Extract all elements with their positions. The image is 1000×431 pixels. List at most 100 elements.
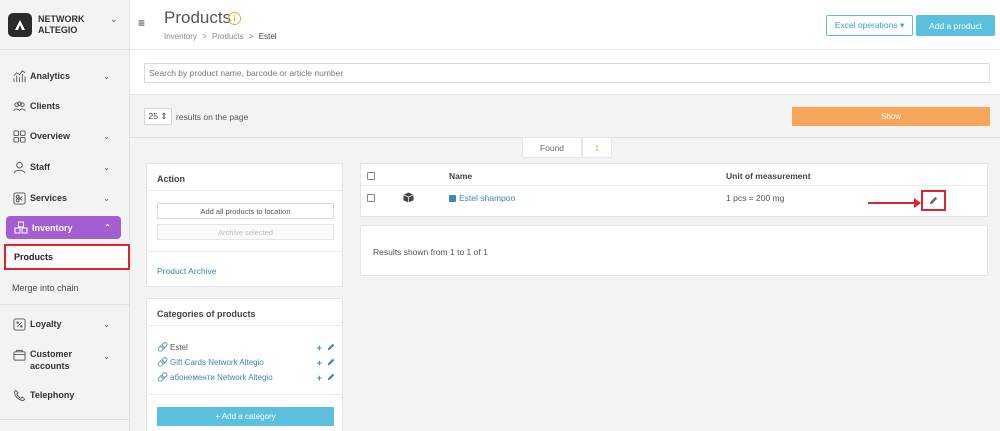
breadcrumb-estel: Estel [258,32,277,41]
edit-category-icon[interactable] [327,373,335,383]
results-per-page-label: results on the page [176,112,249,122]
inventory-icon [14,221,28,235]
sidebar-item-label: Staff [30,162,50,172]
sidebar-subitem-merge-into-chain[interactable]: Merge into chain [12,283,79,293]
table-row-name[interactable]: Estel shampoo [449,193,515,203]
clients-icon [12,99,26,113]
search-input[interactable] [144,63,990,83]
breadcrumb-separator: > [248,32,254,41]
annotation-arrow [868,202,918,204]
edit-category-icon[interactable] [327,343,335,353]
categories-panel-title: Categories of products [147,299,342,326]
results-summary-panel: Results shown from 1 to 1 of 1 [360,225,988,276]
sidebar-subitem-products[interactable]: Products [4,244,130,270]
overview-icon [12,129,26,143]
column-header-unit[interactable]: Unit of measurement [726,171,811,181]
product-box-icon [403,192,414,205]
add-all-to-location-button[interactable]: Add all products to location [157,203,334,219]
category-name[interactable]: абонементи Network Altegio [170,373,273,382]
row-checkbox[interactable] [367,194,375,202]
chevron-down-icon: ⌄ [103,352,110,361]
page-title: Products [164,8,232,27]
found-count[interactable]: 1 [582,138,612,158]
product-archive-link[interactable]: Product Archive [157,266,217,276]
chevron-down-icon: ⌄ [103,193,110,203]
sidebar-item-customer-accounts[interactable]: Customer accounts ⌄ [0,348,128,374]
staff-icon [12,160,26,174]
search-band [130,50,1000,95]
sidebar-item-label: Overview [30,131,71,141]
sidebar-item-overview[interactable]: Overview ⌄ [0,129,128,143]
table-row-unit: 1 pcs = 200 mg [726,193,785,203]
sidebar-item-services[interactable]: Services ⌄ [0,191,128,205]
show-button[interactable]: Show [792,107,990,126]
edit-category-icon[interactable] [327,358,335,368]
category-row[interactable]: 🔗 абонементи Network Altegio + [157,372,335,383]
row-divider [361,185,987,186]
sidebar-item-staff[interactable]: Staff ⌄ [0,160,128,174]
chevron-up-icon: ⌃ [104,223,111,232]
action-panel-title: Action [147,164,342,191]
breadcrumb-separator: > [202,32,207,41]
sidebar-item-analytics[interactable]: Analytics ⌄ [0,69,128,83]
sidebar-item-label: Loyalty [30,319,62,329]
link-icon: 🔗 [157,372,169,382]
category-name[interactable]: Estel [170,343,188,352]
add-subcategory-icon[interactable]: + [317,343,322,353]
brand-chevron-down-icon[interactable]: ⌄ [110,14,118,25]
add-subcategory-icon[interactable]: + [317,358,322,368]
sidebar-item-loyalty[interactable]: Loyalty ⌄ [0,317,128,331]
sidebar-divider [0,419,130,420]
product-link-icon [449,194,456,202]
categories-panel: Categories of products 🔗 Estel + 🔗 Gift … [146,298,343,431]
altegio-logo-icon [8,12,32,37]
excel-operations-button[interactable]: Excel operations ▾ [826,15,913,36]
page-header: ≡ Products i Inventory > Products > Este… [130,0,1000,50]
sidebar-item-label: Analytics [30,71,71,81]
divider [147,394,342,395]
sidebar-item-inventory[interactable]: Inventory ⌃ [6,216,121,239]
phone-icon [12,388,26,402]
sidebar-item-label: Clients [30,101,61,111]
services-icon [12,191,26,205]
wallet-icon [12,348,26,362]
sidebar: NETWORK ALTEGIO ⌄ Analytics ⌄ Clients Ov… [0,0,130,431]
add-product-button[interactable]: Add a product [916,15,995,36]
info-icon[interactable]: i [228,12,241,25]
product-name-link[interactable]: Estel shampoo [459,193,515,203]
found-label: Found [522,138,582,158]
sidebar-item-label: Inventory [32,222,73,233]
menu-icon[interactable]: ≡ [138,16,145,30]
sidebar-item-label: Telephony [30,390,75,400]
select-all-checkbox[interactable] [367,172,375,180]
link-icon: 🔗 [157,357,169,367]
chevron-down-icon: ⌄ [103,162,110,172]
add-subcategory-icon[interactable]: + [317,373,322,383]
edit-product-button[interactable] [921,190,946,211]
category-row[interactable]: 🔗 Gift Cards Network Altegio + [157,357,335,368]
results-per-page-select[interactable]: 25 ⇕ [144,108,172,125]
chevron-down-icon: ⌄ [103,319,110,329]
brand[interactable]: NETWORK ALTEGIO [0,0,129,50]
sidebar-item-clients[interactable]: Clients [0,99,128,113]
results-summary: Results shown from 1 to 1 of 1 [373,247,488,257]
divider [147,251,342,252]
breadcrumb-products[interactable]: Products [212,32,244,41]
analytics-icon [12,69,26,83]
chevron-down-icon: ⌄ [103,71,110,81]
sidebar-divider [0,304,130,305]
column-header-name[interactable]: Name [449,171,472,181]
annotation-arrow-head [914,198,921,208]
chevron-down-icon: ⌄ [103,131,110,141]
add-category-button[interactable]: + Add a category [157,407,334,426]
loyalty-icon [12,317,26,331]
archive-selected-button[interactable]: Archive selected [157,224,334,240]
breadcrumb-inventory[interactable]: Inventory [164,32,197,41]
breadcrumb: Inventory > Products > Estel [164,32,280,41]
category-row[interactable]: 🔗 Estel + [157,342,335,353]
sidebar-item-label: Services [30,193,68,203]
link-icon: 🔗 [157,342,169,352]
action-panel: Action Add all products to location Arch… [146,163,343,287]
sidebar-item-telephony[interactable]: Telephony [0,388,128,402]
category-name[interactable]: Gift Cards Network Altegio [170,358,264,367]
